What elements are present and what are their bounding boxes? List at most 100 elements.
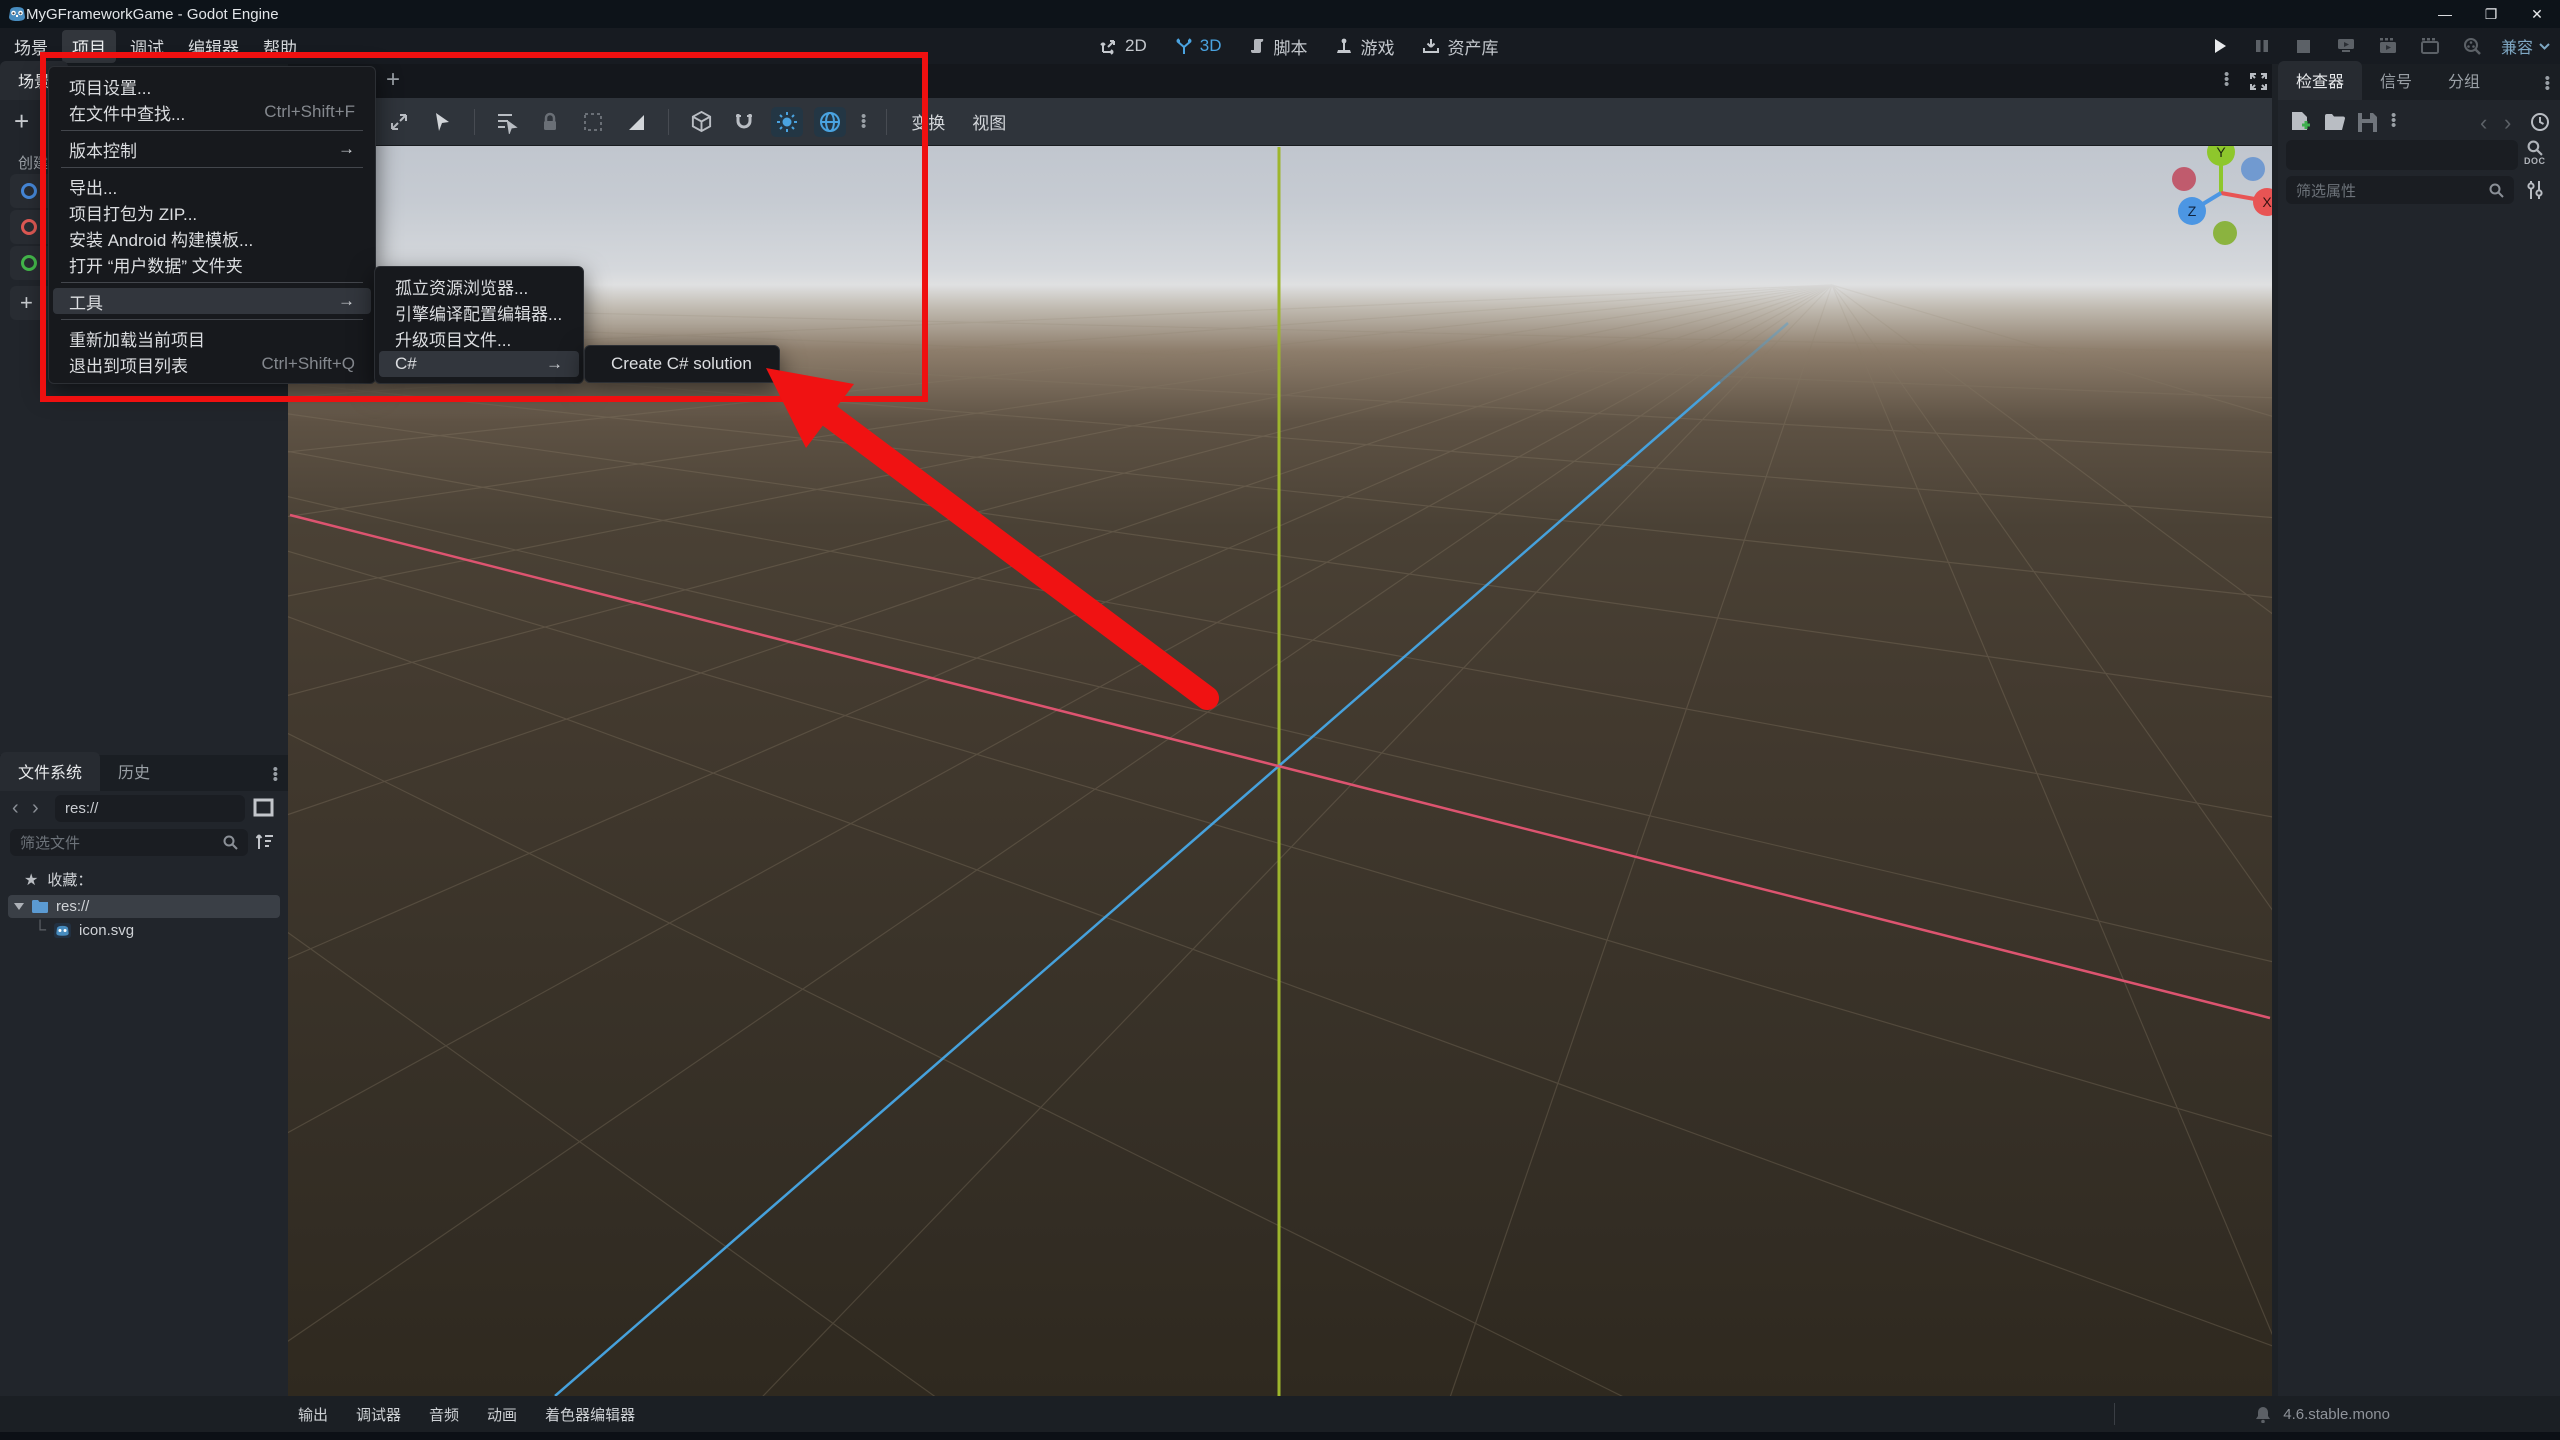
object-name-field[interactable]: [2286, 140, 2518, 170]
stop-button[interactable]: [2291, 39, 2317, 53]
inspector-filter-input[interactable]: 筛选属性: [2286, 176, 2514, 204]
history-back-icon[interactable]: ‹: [2480, 110, 2487, 136]
gizmo-neg-z-ball: [2241, 157, 2265, 181]
menu-debug[interactable]: 调试: [120, 30, 174, 63]
history-icon[interactable]: [2530, 112, 2550, 132]
movie-maker-button[interactable]: [2459, 37, 2485, 55]
sort-icon[interactable]: [256, 833, 276, 851]
viewport-toolbar: • • • 变换 视图: [288, 98, 2272, 146]
caret-down-icon[interactable]: [14, 903, 24, 910]
tab-filesystem[interactable]: 文件系统: [0, 752, 101, 791]
preview-menu-icon[interactable]: • • •: [861, 109, 866, 134]
tab-3d[interactable]: 3D: [1175, 36, 1221, 56]
tab-signals[interactable]: 信号: [2362, 61, 2430, 100]
remote-play-button[interactable]: [2333, 38, 2359, 54]
tab-2d[interactable]: 2D: [1100, 36, 1147, 56]
assetlib-icon: [1423, 39, 1440, 53]
close-button[interactable]: ✕: [2514, 0, 2560, 28]
add-node-button[interactable]: +: [14, 106, 29, 137]
pause-button[interactable]: [2249, 39, 2275, 53]
panel-output[interactable]: 输出: [298, 1404, 328, 1425]
menuitem-orphan-explorer[interactable]: 孤立资源浏览器...: [375, 273, 583, 299]
play-button[interactable]: [2207, 38, 2233, 54]
fs-root-row[interactable]: res://: [8, 895, 280, 918]
version-info[interactable]: 4.6.stable.mono: [2255, 1406, 2390, 1423]
menuitem-pack-zip[interactable]: 项目打包为 ZIP...: [49, 199, 375, 225]
menu-help[interactable]: 帮助: [253, 30, 307, 63]
inspector-tools-icon[interactable]: [2526, 180, 2544, 200]
menuitem-csharp[interactable]: C# →: [379, 351, 579, 377]
menu-editor[interactable]: 编辑器: [178, 30, 249, 63]
tab-script[interactable]: 脚本: [1249, 34, 1307, 59]
history-forward-icon[interactable]: ›: [2504, 110, 2511, 136]
renderer-dropdown[interactable]: 兼容: [2501, 34, 2550, 58]
menuitem-export[interactable]: 导出...: [49, 173, 375, 199]
expand-viewport-icon[interactable]: [2250, 73, 2267, 90]
favorites-row: ★ 收藏：: [24, 871, 93, 890]
axis-gizmo[interactable]: Y X Z: [2166, 138, 2272, 248]
menuitem-quit-to-list[interactable]: 退出到项目列表 Ctrl+Shift+Q: [49, 351, 375, 377]
play-scene-button[interactable]: [2375, 38, 2401, 54]
preview-environment-toggle[interactable]: [814, 106, 846, 137]
world-axes: [289, 147, 2271, 1396]
menuitem-upgrade-project[interactable]: 升级项目文件...: [375, 325, 583, 351]
script-icon: [1251, 39, 1264, 53]
new-scene-tab-button[interactable]: +: [386, 66, 400, 94]
ruler-icon[interactable]: [620, 107, 652, 137]
menuitem-find-in-files[interactable]: 在文件中查找... Ctrl+Shift+F: [49, 99, 375, 125]
split-view-icon[interactable]: [253, 797, 274, 818]
submenu-arrow-icon: →: [546, 354, 563, 373]
snap-icon[interactable]: [728, 107, 760, 137]
new-resource-icon[interactable]: [2290, 111, 2310, 133]
scene-tabs-menu-icon[interactable]: • • •: [2224, 67, 2229, 92]
panel-shader-editor[interactable]: 着色器编辑器: [545, 1404, 635, 1425]
save-icon[interactable]: [2358, 113, 2377, 132]
tab-groups[interactable]: 分组: [2430, 61, 2498, 100]
move-tool-icon[interactable]: [383, 107, 415, 137]
preview-sun-toggle[interactable]: [771, 106, 803, 137]
menuitem-engine-compile-config[interactable]: 引擎编译配置编辑器...: [375, 299, 583, 325]
restore-button[interactable]: ❐: [2468, 0, 2514, 28]
viewport-3d[interactable]: Y X Z • • • 变换 视图: [288, 98, 2272, 1396]
tab-game[interactable]: 游戏: [1335, 34, 1394, 59]
dock-menu-icon[interactable]: • • •: [2545, 71, 2550, 96]
transform-menu[interactable]: 变换: [911, 109, 945, 134]
fs-file-row[interactable]: └ icon.svg: [34, 920, 134, 940]
fs-forward-button[interactable]: ›: [32, 797, 39, 820]
local-space-icon[interactable]: [685, 107, 717, 137]
gizmo-neg-y-ball: [2213, 221, 2237, 245]
group-icon[interactable]: [577, 107, 609, 137]
menuitem-project-settings[interactable]: 项目设置...: [49, 73, 375, 99]
menu-project[interactable]: 项目: [62, 29, 116, 63]
svg-text:Y: Y: [2216, 144, 2226, 160]
select-list-icon[interactable]: [491, 107, 523, 137]
resource-menu-icon[interactable]: • • •: [2391, 108, 2396, 133]
fs-back-button[interactable]: ‹: [12, 797, 19, 820]
dock-menu-icon[interactable]: • • •: [273, 762, 278, 787]
tab-inspector[interactable]: 检查器: [2278, 61, 2363, 100]
menuitem-create-csharp-solution[interactable]: Create C# solution: [585, 351, 779, 377]
fs-filter-input[interactable]: 筛选文件: [10, 829, 248, 856]
menuitem-version-control[interactable]: 版本控制 →: [49, 136, 375, 162]
view-menu[interactable]: 视图: [972, 109, 1006, 134]
tab-history[interactable]: 历史: [100, 752, 168, 791]
load-resource-icon[interactable]: [2324, 113, 2345, 130]
panel-debugger[interactable]: 调试器: [356, 1404, 401, 1425]
select-tool-icon[interactable]: [426, 107, 458, 137]
menuitem-android-template[interactable]: 安装 Android 构建模板...: [49, 225, 375, 251]
fs-path-field[interactable]: res://: [55, 795, 245, 822]
panel-audio[interactable]: 音频: [429, 1404, 459, 1425]
lock-icon[interactable]: [534, 107, 566, 137]
panel-animation[interactable]: 动画: [487, 1404, 517, 1425]
minimize-button[interactable]: —: [2422, 0, 2468, 28]
menuitem-tools[interactable]: 工具 →: [53, 288, 371, 314]
menuitem-open-user-data[interactable]: 打开 “用户数据” 文件夹: [49, 251, 375, 277]
tab-assetlib[interactable]: 资产库: [1422, 34, 1498, 59]
play-bar: 兼容: [2207, 28, 2550, 64]
menu-scene[interactable]: 场景: [4, 30, 58, 63]
menuitem-reload-project[interactable]: 重新加载当前项目: [49, 325, 375, 351]
tools-submenu-popup: 孤立资源浏览器... 引擎编译配置编辑器... 升级项目文件... C# →: [374, 266, 584, 384]
open-docs-icon[interactable]: DOC: [2524, 140, 2546, 166]
gizmo-neg-x-ball: [2172, 167, 2196, 191]
play-custom-scene-button[interactable]: [2417, 38, 2443, 54]
